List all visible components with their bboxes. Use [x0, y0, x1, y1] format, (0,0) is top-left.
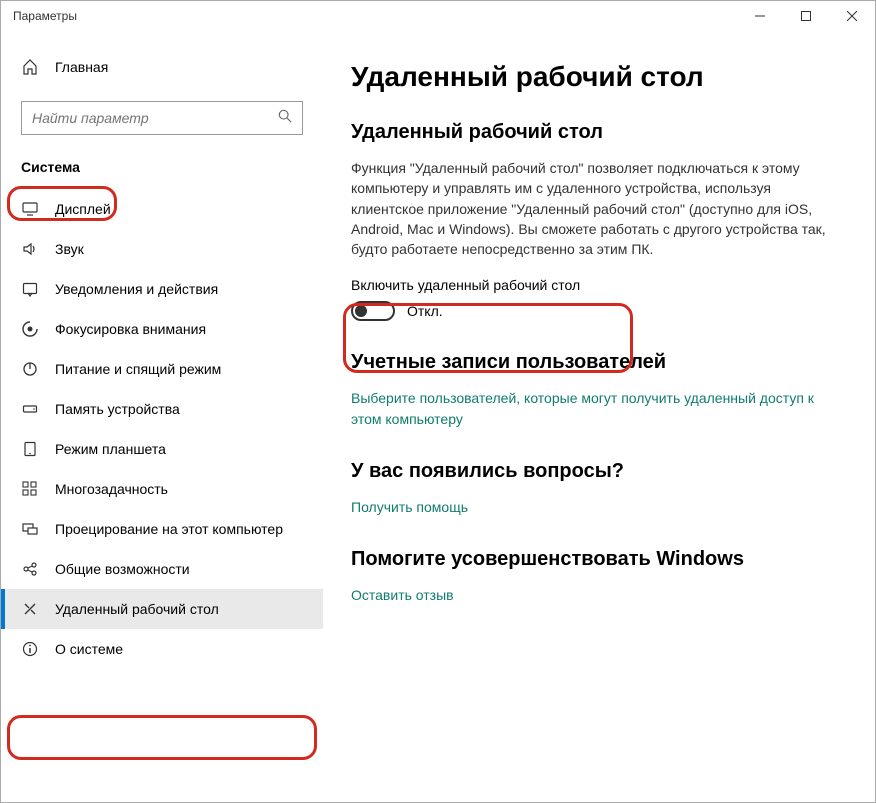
- nav-item-label: Многозадачность: [55, 481, 168, 497]
- nav-shared[interactable]: Общие возможности: [1, 549, 323, 589]
- nav-display[interactable]: Дисплей: [1, 189, 323, 229]
- nav-power[interactable]: Питание и спящий режим: [1, 349, 323, 389]
- search-input[interactable]: [32, 110, 278, 126]
- nav-item-label: Питание и спящий режим: [55, 361, 221, 377]
- notifications-icon: [21, 281, 39, 297]
- sound-icon: [21, 241, 39, 257]
- search-box[interactable]: [21, 101, 303, 135]
- nav-item-label: Фокусировка внимания: [55, 321, 206, 337]
- section-label-system: Система: [1, 151, 100, 183]
- section-remote-title: Удаленный рабочий стол: [351, 121, 847, 144]
- remote-description: Функция "Удаленный рабочий стол" позволя…: [351, 158, 831, 259]
- remote-icon: [21, 601, 39, 617]
- remote-toggle[interactable]: [351, 301, 395, 321]
- titlebar: Параметры: [1, 1, 875, 31]
- toggle-label: Включить удаленный рабочий стол: [351, 277, 847, 293]
- display-icon: [21, 201, 39, 217]
- home-icon: [21, 59, 39, 75]
- tablet-icon: [21, 441, 39, 457]
- close-button[interactable]: [829, 1, 875, 31]
- select-users-link[interactable]: Выберите пользователей, которые могут по…: [351, 388, 831, 430]
- get-help-link[interactable]: Получить помощь: [351, 497, 831, 518]
- section-accounts-title: Учетные записи пользователей: [351, 351, 847, 374]
- feedback-link[interactable]: Оставить отзыв: [351, 585, 831, 606]
- nav-home[interactable]: Главная: [1, 51, 323, 83]
- nav-focus[interactable]: Фокусировка внимания: [1, 309, 323, 349]
- nav-item-label: Режим планшета: [55, 441, 166, 457]
- window-title: Параметры: [13, 9, 737, 23]
- nav-item-label: Общие возможности: [55, 561, 190, 577]
- power-icon: [21, 361, 39, 377]
- nav-about[interactable]: О системе: [1, 629, 323, 669]
- maximize-button[interactable]: [783, 1, 829, 31]
- nav-item-label: Звук: [55, 241, 84, 257]
- nav-tablet[interactable]: Режим планшета: [1, 429, 323, 469]
- sidebar: Главная Система Дисплей Звук Уведомления…: [1, 31, 323, 802]
- minimize-button[interactable]: [737, 1, 783, 31]
- toggle-knob: [355, 305, 367, 317]
- nav-projecting[interactable]: Проецирование на этот компьютер: [1, 509, 323, 549]
- annotation-highlight: [7, 715, 317, 760]
- nav-multitask[interactable]: Многозадачность: [1, 469, 323, 509]
- nav-item-label: О системе: [55, 641, 123, 657]
- nav-item-label: Память устройства: [55, 401, 180, 417]
- nav-item-label: Дисплей: [55, 201, 111, 217]
- search-icon: [278, 109, 292, 128]
- shared-icon: [21, 561, 39, 577]
- about-icon: [21, 641, 39, 657]
- nav-home-label: Главная: [55, 59, 108, 75]
- nav-sound[interactable]: Звук: [1, 229, 323, 269]
- toggle-state: Откл.: [407, 303, 443, 319]
- section-improve-title: Помогите усовершенствовать Windows: [351, 548, 847, 571]
- focus-icon: [21, 321, 39, 337]
- storage-icon: [21, 401, 39, 417]
- nav-notifications[interactable]: Уведомления и действия: [1, 269, 323, 309]
- nav-item-label: Удаленный рабочий стол: [55, 601, 219, 617]
- nav-remote-desktop[interactable]: Удаленный рабочий стол: [1, 589, 323, 629]
- projecting-icon: [21, 521, 39, 537]
- section-questions-title: У вас появились вопросы?: [351, 460, 847, 483]
- content-area: Удаленный рабочий стол Удаленный рабочий…: [323, 31, 875, 802]
- nav-storage[interactable]: Память устройства: [1, 389, 323, 429]
- nav-item-label: Уведомления и действия: [55, 281, 218, 297]
- multitask-icon: [21, 481, 39, 497]
- page-title: Удаленный рабочий стол: [351, 61, 847, 93]
- nav-item-label: Проецирование на этот компьютер: [55, 521, 283, 537]
